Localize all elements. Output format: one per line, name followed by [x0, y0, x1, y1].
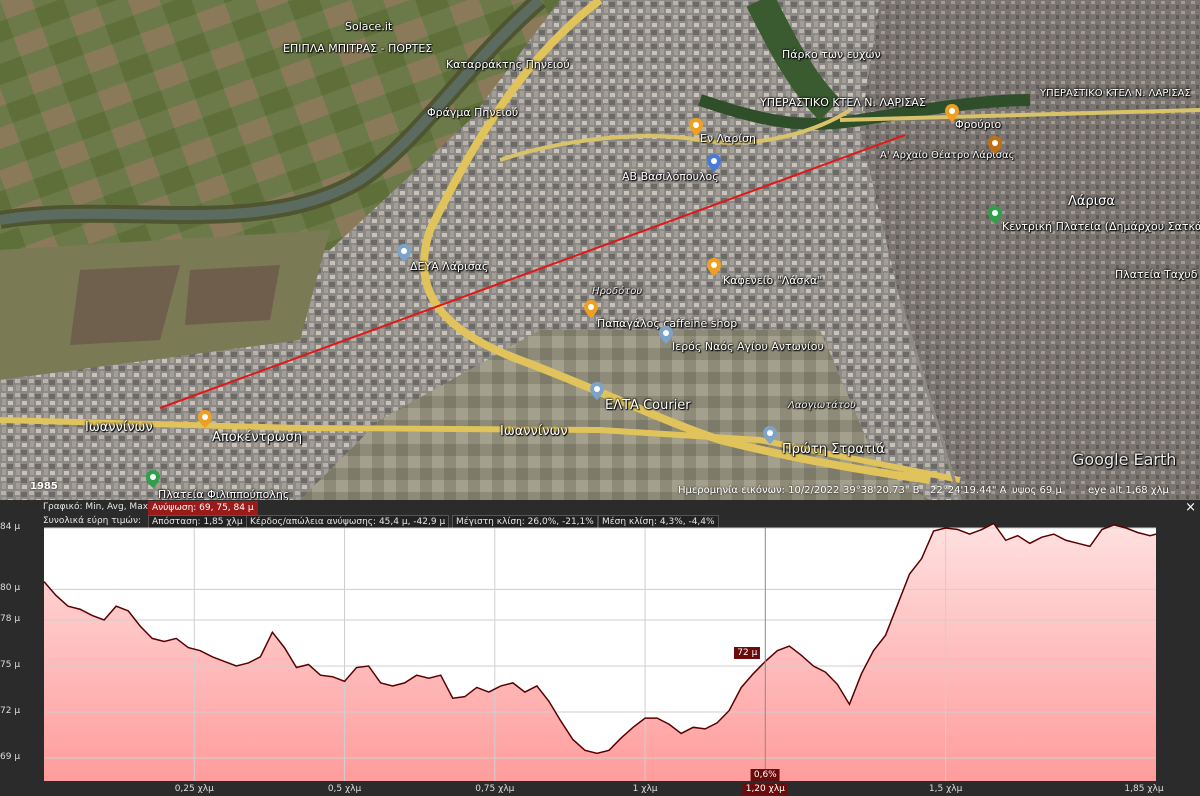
poi-pin-icon[interactable] — [397, 244, 411, 262]
imagery-date: Ημερομηνία εικόνων: 10/2/2022 — [678, 485, 840, 496]
x-tick-label: 1,5 χλμ — [928, 784, 963, 794]
map-view[interactable]: ΕΠΙΠΛΑ ΜΠΙΤΡΑΣ - ΠΟΡΤΕΣ Solace.it Καταρρ… — [0, 0, 1200, 500]
eye-alt-readout: eye alt 1,68 χλμ — [1088, 485, 1169, 496]
kentriki-plateia-label[interactable]: Κεντρική Πλατεία (Δημάρχου Σατκά) — [1002, 220, 1200, 233]
elevation-profile-panel: Γραφικό: Min, Avg, Max Ανύψωση: 69, 75, … — [0, 500, 1200, 796]
plateia-laxou-label[interactable]: Πλατεία Ταχυδ — [1115, 268, 1198, 281]
y-tick-label: 84 μ — [0, 522, 21, 532]
x-tick-label: 0,25 χλμ — [174, 784, 214, 794]
poi-pin-icon[interactable] — [707, 154, 721, 172]
y-tick-label: 75 μ — [0, 660, 21, 670]
poi-pin-icon[interactable] — [590, 382, 604, 400]
poi-pin-icon[interactable] — [689, 118, 703, 136]
cursor-elevation-label: 72 μ — [734, 647, 761, 660]
kafeneio-label[interactable]: Καφενείο "Λάσκα" — [723, 274, 822, 287]
x-tick-label: 1,85 χλμ — [1124, 784, 1164, 794]
x-tick-label: 1 χλμ — [632, 784, 658, 794]
parko-eyxon-label[interactable]: ΥΠΕΡΑΣΤΙΚΟ ΚΤΕΛ Ν. ΛΑΡΙΣΑΣ — [760, 96, 926, 109]
deya-label[interactable]: ΔΕΥΑ Λάρισας — [410, 260, 488, 273]
ieros-naos-label[interactable]: Ιερός Ναός Αγίου Αντωνίου — [672, 340, 824, 353]
larisa-label[interactable]: Λάρισα — [1068, 194, 1115, 209]
en-larisi-label[interactable]: Εν Λαρίση — [700, 132, 756, 145]
poi-pin-icon[interactable] — [763, 426, 777, 444]
poi-pin-icon[interactable] — [988, 206, 1002, 224]
poi-pin-icon[interactable] — [198, 410, 212, 428]
poi-pin-icon[interactable] — [707, 258, 721, 276]
y-tick-label: 80 μ — [0, 583, 21, 594]
frourio-label[interactable]: Φρούριο — [955, 118, 1001, 131]
elta-label[interactable]: ΕΛΤΑ Courier — [605, 398, 691, 413]
road-irodotou-label: Ηροδότου — [592, 286, 643, 297]
cursor-slope-label: 0,6% — [750, 769, 780, 781]
y-tick-label: 78 μ — [0, 614, 21, 624]
poi-pin-icon[interactable] — [945, 104, 959, 122]
poi-pin-icon[interactable] — [988, 136, 1002, 154]
elevation-chart[interactable] — [0, 500, 1200, 796]
plateia-filippoupolis-label[interactable]: Πλατεία Φιλιππούπολης — [158, 488, 289, 500]
poi-pin-icon[interactable] — [146, 470, 160, 488]
satellite-imagery — [0, 0, 1200, 500]
y-tick-label: 72 μ — [0, 706, 21, 716]
parko-alkazar-label[interactable]: Πάρκο των ευχών — [782, 48, 881, 61]
cursor-distance-label: 1,20 χλμ — [742, 783, 788, 795]
year-badge: 1985 — [30, 481, 58, 492]
epipla-label[interactable]: ΕΠΙΠΛΑ ΜΠΙΤΡΑΣ - ΠΟΡΤΕΣ — [283, 42, 432, 55]
fragma-label[interactable]: Φράγμα Πηνειού — [427, 106, 518, 119]
x-tick-label: 0,75 χλμ — [475, 784, 515, 794]
sotiris-ioanninon-label: Ιωαννίνων — [85, 420, 153, 435]
ioanninon-label: Ιωαννίνων — [500, 424, 568, 439]
solace-label[interactable]: Solace.it — [345, 20, 392, 33]
apokentrosi-label[interactable]: Αποκέντρωση — [212, 430, 302, 445]
poi-pin-icon[interactable] — [659, 326, 673, 344]
google-earth-brand: Google Earth — [1072, 450, 1177, 469]
y-tick-label: 69 μ — [0, 752, 21, 762]
vasilopoulos-label[interactable]: ΑΒ Βασιλόπουλος — [622, 170, 719, 183]
proti-stratia-label[interactable]: Πρώτη Στρατιά — [782, 442, 885, 457]
x-tick-label: 0,5 χλμ — [327, 784, 362, 794]
elevation-readout: υψος 69 μ — [1012, 485, 1062, 496]
katarraktis-label[interactable]: Καταρράκτης Πηνειού — [446, 58, 570, 71]
ktel-label[interactable]: ΥΠΕΡΑΣΤΙΚΟ ΚΤΕΛ Ν. ΛΑΡΙΣΑΣ — [1040, 88, 1191, 99]
road-lavontiou-label: Λαογιωτάτου — [788, 400, 856, 411]
latitude-readout: 39°38'20.73" Β — [843, 485, 920, 496]
poi-pin-icon[interactable] — [584, 300, 598, 318]
longitude-readout: 22°24'19.44" Α — [930, 485, 1007, 496]
